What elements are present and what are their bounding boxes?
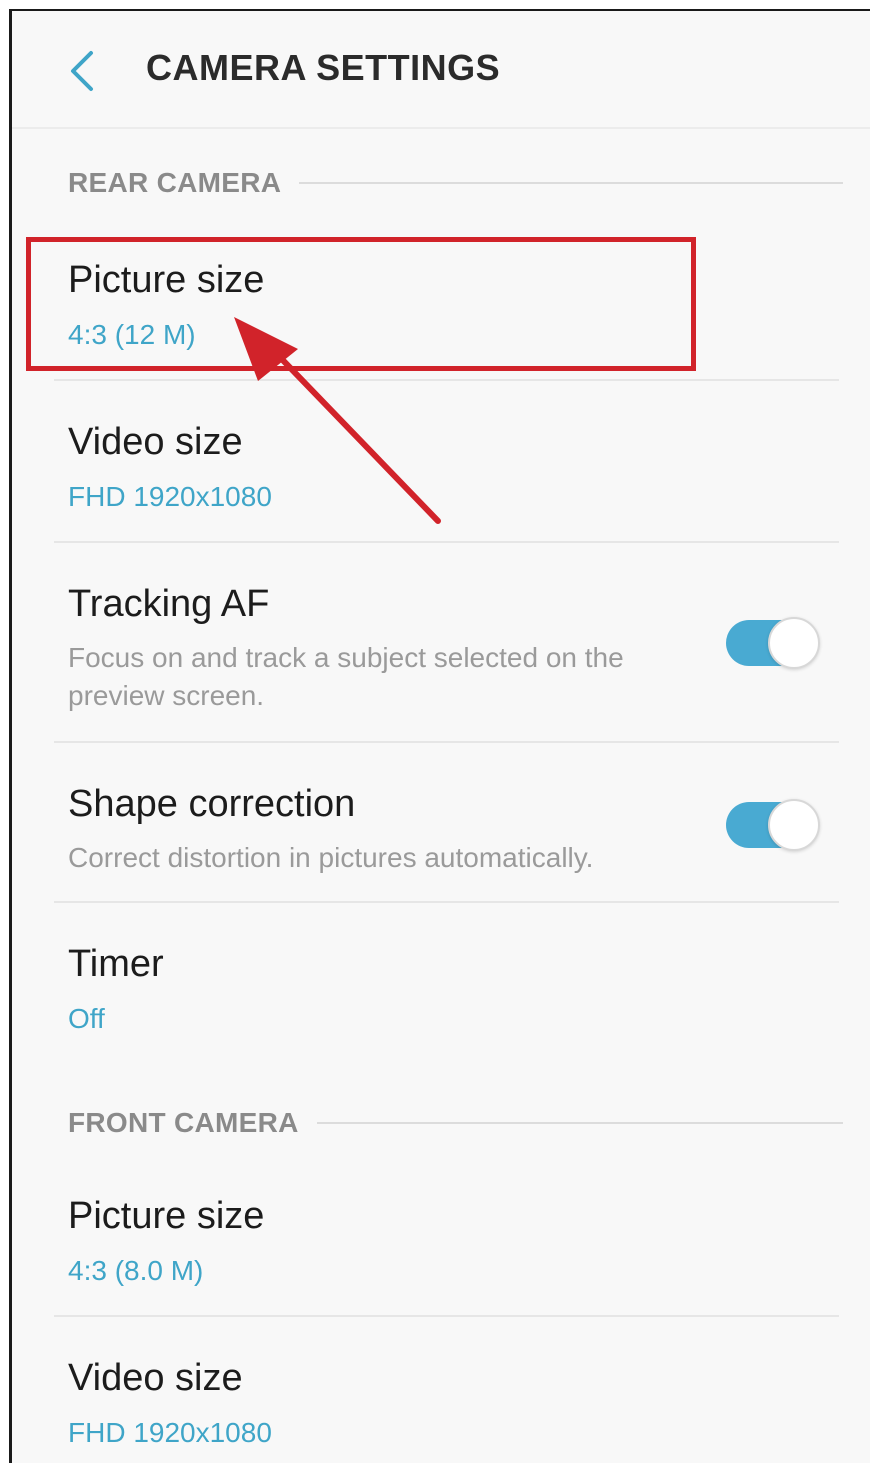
back-button[interactable] — [52, 41, 112, 101]
settings-screen: CAMERA SETTINGS REAR CAMERA Picture size… — [9, 9, 870, 1463]
setting-title: Video size — [68, 421, 243, 463]
setting-value: 4:3 (12 M) — [68, 319, 196, 350]
setting-title: Picture size — [68, 259, 265, 301]
toggle-knob — [768, 617, 820, 669]
shape-correction-toggle[interactable] — [726, 799, 820, 851]
setting-value: FHD 1920x1080 — [68, 481, 272, 512]
setting-description: Correct distortion in pictures automatic… — [68, 842, 594, 873]
page-title: CAMERA SETTINGS — [146, 47, 501, 88]
setting-title: Shape correction — [68, 783, 356, 825]
tracking-af-toggle[interactable] — [726, 617, 820, 669]
setting-timer[interactable]: Timer Off — [12, 903, 870, 1063]
section-divider — [299, 182, 843, 184]
setting-shape-correction[interactable]: Shape correction Correct distortion in p… — [12, 743, 870, 903]
setting-rear-picture-size[interactable]: Picture size 4:3 (12 M) — [12, 241, 870, 381]
section-label: FRONT CAMERA — [68, 1107, 299, 1138]
setting-title: Timer — [68, 943, 164, 985]
setting-value: 4:3 (8.0 M) — [68, 1255, 204, 1286]
section-header-front-camera: FRONT CAMERA — [68, 1103, 843, 1143]
chevron-left-icon — [71, 51, 93, 91]
section-header-rear-camera: REAR CAMERA — [68, 163, 843, 203]
section-divider — [316, 1122, 843, 1124]
setting-front-picture-size[interactable]: Picture size 4:3 (8.0 M) — [12, 1151, 870, 1311]
setting-tracking-af[interactable]: Tracking AF Focus on and track a subject… — [12, 543, 870, 743]
toggle-knob — [768, 799, 820, 851]
setting-description: Focus on and track a subject selected on… — [68, 642, 624, 711]
app-bar: CAMERA SETTINGS — [12, 11, 870, 129]
setting-title: Picture size — [68, 1195, 265, 1237]
setting-front-video-size[interactable]: Video size FHD 1920x1080 — [12, 1317, 870, 1463]
setting-rear-video-size[interactable]: Video size FHD 1920x1080 — [12, 381, 870, 541]
section-label: REAR CAMERA — [68, 167, 282, 198]
setting-value: Off — [68, 1003, 105, 1034]
setting-value: FHD 1920x1080 — [68, 1417, 272, 1448]
setting-title: Video size — [68, 1357, 243, 1399]
setting-title: Tracking AF — [68, 583, 270, 625]
